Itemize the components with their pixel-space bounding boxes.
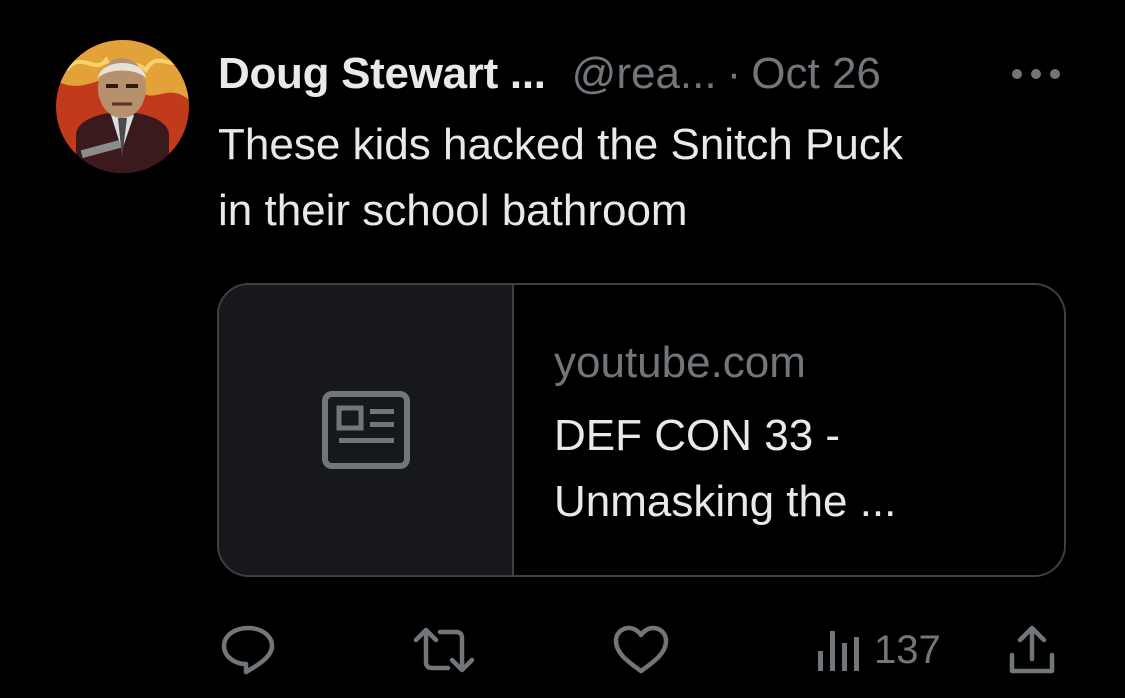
more-options-button[interactable] — [1006, 52, 1066, 96]
tweet[interactable]: Doug Stewart ... @rea... · Oct 26 These … — [0, 0, 1125, 698]
heart-icon — [613, 625, 669, 674]
card-title-line: Unmasking the ... — [554, 477, 897, 526]
views-chart-icon — [818, 631, 859, 671]
card-title-line: DEF CON 33 - — [554, 411, 841, 460]
more-icon — [1012, 69, 1060, 79]
link-card[interactable]: youtube.com DEF CON 33 - Unmasking the .… — [217, 283, 1066, 577]
avatar[interactable] — [56, 40, 189, 173]
reply-button[interactable] — [220, 620, 276, 680]
card-title: DEF CON 33 - Unmasking the ... — [554, 403, 974, 535]
header-separator: · — [726, 49, 742, 98]
reply-icon — [221, 625, 275, 675]
avatar-image — [56, 40, 189, 173]
card-body: youtube.com DEF CON 33 - Unmasking the .… — [514, 285, 1064, 575]
tweet-header: Doug Stewart ... @rea... · Oct 26 — [218, 44, 881, 104]
retweet-button[interactable] — [412, 620, 476, 680]
card-thumbnail — [219, 285, 514, 575]
tweet-text-line: in their school bathroom — [218, 186, 688, 235]
card-domain: youtube.com — [554, 338, 806, 387]
like-button[interactable] — [612, 620, 670, 680]
article-icon — [321, 391, 410, 469]
share-button[interactable] — [1006, 620, 1058, 680]
tweet-text-line: These kids hacked the Snitch Puck — [218, 120, 903, 169]
user-handle[interactable]: @rea... — [572, 49, 717, 99]
tweet-text: These kids hacked the Snitch Puck in the… — [218, 112, 1078, 244]
views-button[interactable]: 137 — [816, 620, 941, 680]
display-name[interactable]: Doug Stewart ... — [218, 49, 546, 99]
action-bar: 137 — [0, 620, 1125, 680]
views-count: 137 — [874, 627, 941, 672]
tweet-date[interactable]: Oct 26 — [751, 49, 881, 99]
share-icon — [1009, 625, 1055, 674]
retweet-icon — [413, 627, 475, 673]
